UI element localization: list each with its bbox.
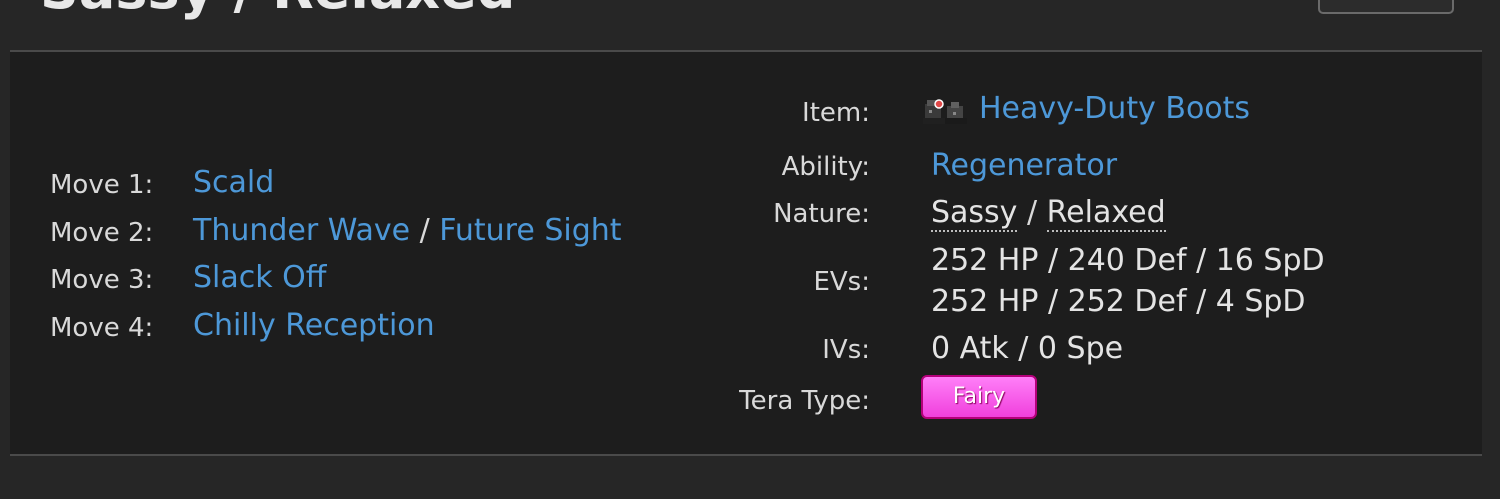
- move-2-label: Move 2:: [50, 218, 154, 248]
- move-scald-link[interactable]: Scald: [193, 165, 274, 200]
- move-3-label: Move 3:: [50, 265, 154, 295]
- nature-option-1[interactable]: Sassy: [931, 195, 1018, 232]
- ivs-label: IVs:: [822, 335, 870, 365]
- ability-value: Regenerator: [931, 148, 1117, 183]
- move-future-sight-link[interactable]: Future Sight: [439, 213, 621, 248]
- move-4-value: Chilly Reception: [193, 308, 435, 343]
- nature-value: Sassy / Relaxed: [931, 195, 1166, 232]
- item-label: Item:: [802, 98, 870, 128]
- tera-type-label: Tera Type:: [739, 386, 870, 416]
- move-slack-off-link[interactable]: Slack Off: [193, 260, 326, 295]
- move-3-value: Slack Off: [193, 260, 326, 295]
- nature-option-2[interactable]: Relaxed: [1046, 195, 1166, 232]
- item-link[interactable]: Heavy-Duty Boots: [979, 91, 1250, 126]
- move-1-value: Scald: [193, 165, 274, 200]
- header-action-button[interactable]: [1318, 0, 1454, 14]
- page-header: Sassy / Relaxed: [0, 0, 1500, 50]
- evs-value-2: 252 HP / 252 Def / 4 SpD: [931, 284, 1306, 319]
- move-chilly-reception-link[interactable]: Chilly Reception: [193, 308, 435, 343]
- nature-separator: /: [1027, 195, 1038, 230]
- heavy-duty-boots-icon: [923, 99, 967, 124]
- move-2-value: Thunder Wave / Future Sight: [193, 213, 622, 248]
- evs-value-1: 252 HP / 240 Def / 16 SpD: [931, 243, 1325, 278]
- move-1-label: Move 1:: [50, 170, 154, 200]
- ability-link[interactable]: Regenerator: [931, 148, 1117, 183]
- set-details-panel: Move 1: Scald Move 2: Thunder Wave / Fut…: [10, 50, 1482, 456]
- evs-label: EVs:: [813, 267, 870, 297]
- ability-label: Ability:: [781, 152, 870, 182]
- move-separator: /: [419, 213, 430, 248]
- nature-label: Nature:: [773, 199, 870, 229]
- move-thunder-wave-link[interactable]: Thunder Wave: [193, 213, 410, 248]
- ivs-value: 0 Atk / 0 Spe: [931, 331, 1124, 366]
- tera-type-badge[interactable]: Fairy: [921, 375, 1037, 419]
- item-value: Heavy-Duty Boots: [979, 91, 1250, 126]
- move-4-label: Move 4:: [50, 313, 154, 343]
- set-title: Sassy / Relaxed: [40, 0, 515, 21]
